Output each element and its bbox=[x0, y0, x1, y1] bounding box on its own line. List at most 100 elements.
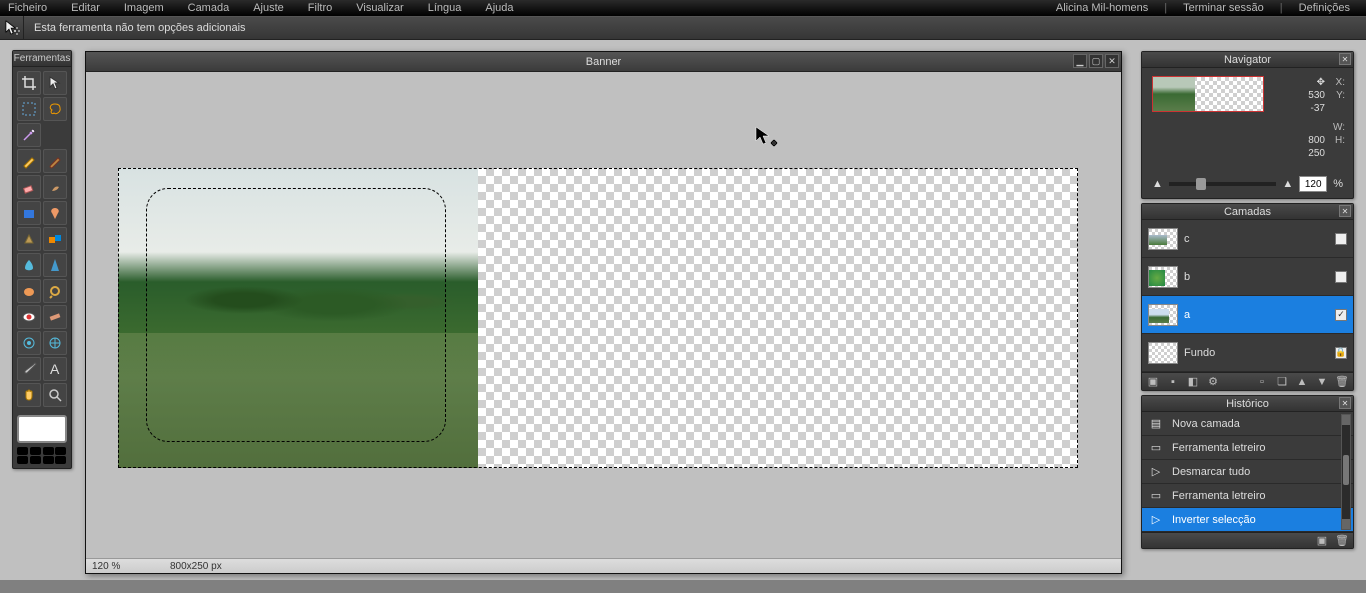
tool-brush[interactable] bbox=[43, 149, 67, 173]
tool-text[interactable]: A bbox=[43, 357, 67, 381]
zoom-value-input[interactable]: 120 bbox=[1299, 176, 1327, 192]
navigator-close-button[interactable]: ✕ bbox=[1339, 53, 1351, 65]
layer-settings-icon[interactable]: ⚙ bbox=[1206, 375, 1220, 389]
layers-footer: ▣ ▪ ◧ ⚙ ▫ ❏ ▲ ▼ 🗑 bbox=[1142, 372, 1353, 390]
tool-marquee[interactable] bbox=[17, 97, 41, 121]
layers-close-button[interactable]: ✕ bbox=[1339, 205, 1351, 217]
layers-title-label: Camadas bbox=[1224, 206, 1271, 218]
layer-row-fundo[interactable]: Fundo 🔒 bbox=[1142, 334, 1353, 372]
tool-sharpen[interactable] bbox=[43, 253, 67, 277]
document-titlebar[interactable]: Banner ▁ ▢ ✕ bbox=[86, 52, 1121, 72]
tool-bloat[interactable] bbox=[43, 331, 67, 355]
canvas[interactable] bbox=[118, 168, 1078, 468]
menu-visualizar[interactable]: Visualizar bbox=[356, 2, 404, 14]
layer-thumb-icon bbox=[1148, 228, 1178, 250]
menu-filtro[interactable]: Filtro bbox=[308, 2, 332, 14]
menu-ajuste[interactable]: Ajuste bbox=[253, 2, 284, 14]
layer-name: a bbox=[1184, 309, 1190, 321]
tool-lasso[interactable] bbox=[43, 97, 67, 121]
layer-opacity-icon[interactable]: ▣ bbox=[1146, 375, 1160, 389]
tool-sponge[interactable] bbox=[17, 279, 41, 303]
active-tool-icon bbox=[0, 16, 24, 40]
layer-row-a[interactable]: a ✓ bbox=[1142, 296, 1353, 334]
tool-heal[interactable] bbox=[43, 305, 67, 329]
history-item[interactable]: ▭ Ferramenta letreiro bbox=[1142, 436, 1353, 460]
nav-y-value: -37 bbox=[1308, 102, 1325, 115]
tool-pencil[interactable] bbox=[17, 149, 41, 173]
history-title[interactable]: Histórico ✕ bbox=[1142, 396, 1353, 412]
history-step-icon: ▤ bbox=[1148, 416, 1164, 432]
layer-style-icon[interactable]: ▪ bbox=[1166, 375, 1180, 389]
layer-duplicate-icon[interactable]: ❏ bbox=[1275, 375, 1289, 389]
nav-w-label: W: bbox=[1333, 121, 1345, 134]
tool-zoom[interactable] bbox=[43, 383, 67, 407]
color-palette[interactable] bbox=[17, 447, 67, 464]
layer-delete-icon[interactable]: 🗑 bbox=[1335, 375, 1349, 389]
tool-blur[interactable] bbox=[17, 253, 41, 277]
history-folder-icon[interactable]: ▣ bbox=[1315, 534, 1329, 548]
menu-camada[interactable]: Camada bbox=[188, 2, 230, 14]
tool-replace-color[interactable] bbox=[43, 227, 67, 251]
menu-user[interactable]: Alicina Mil-homens bbox=[1056, 2, 1148, 14]
navigator-thumbnail[interactable] bbox=[1152, 76, 1264, 112]
layer-new-icon[interactable]: ▫ bbox=[1255, 375, 1269, 389]
layer-name: c bbox=[1184, 233, 1190, 245]
tool-eyedropper[interactable] bbox=[17, 357, 41, 381]
window-maximize-button[interactable]: ▢ bbox=[1089, 54, 1103, 68]
nav-x-value: 530 bbox=[1308, 89, 1325, 102]
menu-ajuda[interactable]: Ajuda bbox=[485, 2, 513, 14]
scroll-thumb[interactable] bbox=[1343, 455, 1349, 485]
menu-signout[interactable]: Terminar sessão bbox=[1183, 2, 1264, 14]
layer-visibility-checkbox[interactable] bbox=[1335, 233, 1347, 245]
tool-gradient[interactable] bbox=[43, 201, 67, 225]
history-delete-icon[interactable]: 🗑 bbox=[1335, 534, 1349, 548]
scroll-down-button[interactable] bbox=[1342, 519, 1350, 529]
tool-bucket[interactable] bbox=[17, 201, 41, 225]
history-item[interactable]: ▤ Nova camada bbox=[1142, 412, 1353, 436]
zoom-out-icon[interactable]: ▲ bbox=[1152, 178, 1163, 190]
menu-editar[interactable]: Editar bbox=[71, 2, 100, 14]
foreground-color-swatch[interactable] bbox=[17, 415, 67, 443]
layer-mask-icon[interactable]: ◧ bbox=[1186, 375, 1200, 389]
tool-hand[interactable] bbox=[17, 383, 41, 407]
layer-down-icon[interactable]: ▼ bbox=[1315, 375, 1329, 389]
history-close-button[interactable]: ✕ bbox=[1339, 397, 1351, 409]
zoom-in-icon[interactable]: ▲ bbox=[1282, 178, 1293, 190]
tool-crop[interactable] bbox=[17, 71, 41, 95]
history-scrollbar[interactable] bbox=[1341, 414, 1351, 530]
status-zoom[interactable]: 120 % bbox=[92, 561, 140, 572]
tool-move[interactable] bbox=[43, 71, 67, 95]
nav-h-label: H: bbox=[1333, 134, 1345, 147]
history-item[interactable]: ▷ Inverter selecção bbox=[1142, 508, 1353, 532]
tool-smudge[interactable] bbox=[43, 175, 67, 199]
tool-wand[interactable] bbox=[17, 123, 41, 147]
zoom-percent-label: % bbox=[1333, 178, 1343, 190]
tool-redeye[interactable] bbox=[17, 305, 41, 329]
history-item[interactable]: ▷ Desmarcar tudo bbox=[1142, 460, 1353, 484]
menu-imagem[interactable]: Imagem bbox=[124, 2, 164, 14]
layers-title[interactable]: Camadas ✕ bbox=[1142, 204, 1353, 220]
canvas-area[interactable] bbox=[86, 72, 1121, 558]
selection-marquee-inner bbox=[146, 188, 446, 442]
tool-dodge[interactable] bbox=[43, 279, 67, 303]
menu-settings[interactable]: Definições bbox=[1299, 2, 1350, 14]
layer-row-b[interactable]: b bbox=[1142, 258, 1353, 296]
menu-lingua[interactable]: Língua bbox=[428, 2, 462, 14]
navigator-zoom-slider[interactable]: ▲ ▲ 120 % bbox=[1152, 176, 1343, 192]
menu-ficheiro[interactable]: Ficheiro bbox=[8, 2, 47, 14]
window-close-button[interactable]: ✕ bbox=[1105, 54, 1119, 68]
history-label: Ferramenta letreiro bbox=[1172, 490, 1266, 502]
navigator-title[interactable]: Navigator ✕ bbox=[1142, 52, 1353, 68]
history-item[interactable]: ▭ Ferramenta letreiro bbox=[1142, 484, 1353, 508]
navigator-title-label: Navigator bbox=[1224, 54, 1271, 66]
layer-visibility-checkbox[interactable] bbox=[1335, 271, 1347, 283]
layer-visibility-checkbox[interactable]: ✓ bbox=[1335, 309, 1347, 321]
tool-clone[interactable] bbox=[17, 227, 41, 251]
tool-pinch[interactable] bbox=[17, 331, 41, 355]
window-minimize-button[interactable]: ▁ bbox=[1073, 54, 1087, 68]
layer-row-c[interactable]: c bbox=[1142, 220, 1353, 258]
scroll-up-button[interactable] bbox=[1342, 415, 1350, 425]
layer-up-icon[interactable]: ▲ bbox=[1295, 375, 1309, 389]
tool-eraser[interactable] bbox=[17, 175, 41, 199]
zoom-slider-thumb[interactable] bbox=[1196, 178, 1206, 190]
